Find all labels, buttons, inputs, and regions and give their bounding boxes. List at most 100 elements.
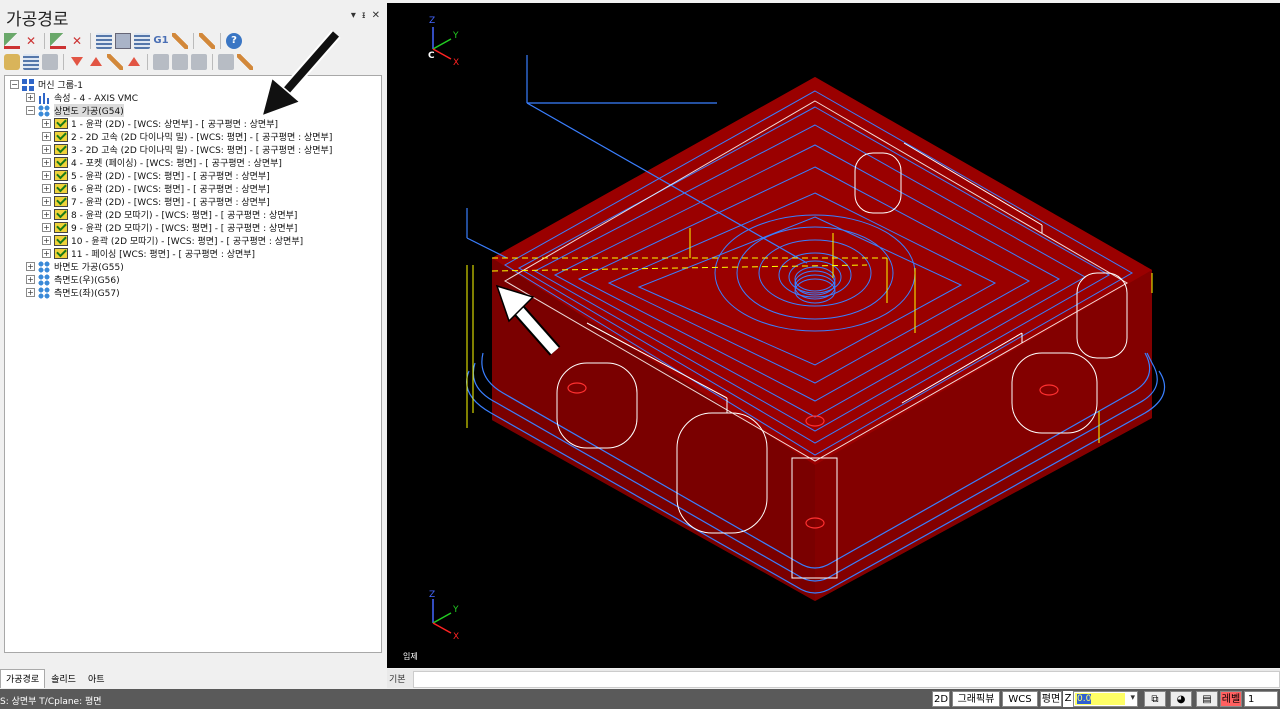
tree-operation[interactable]: +9 - 윤곽 (2D 모따기) - [WCS: 평면] - [ 공구평면 : … [42,221,297,234]
tree-operation[interactable]: +4 - 포켓 (페이싱) - [WCS: 평면] - [ 공구평면 : 상면부… [42,156,282,169]
lock-icon[interactable] [4,53,20,70]
tree-group-bottom[interactable]: + 바면도 가공(G55) [26,260,124,273]
toggle-post-icon[interactable] [42,53,58,70]
close-icon[interactable]: ✕ [372,10,380,21]
copy-icon[interactable] [172,53,188,70]
wcs-button[interactable]: WCS [1002,691,1038,707]
tree-group-left[interactable]: + 측면도(좌)(G57) [26,286,120,299]
settings-icon[interactable] [237,53,253,70]
viewport-label: 임제 [403,652,418,661]
tree-operation[interactable]: +7 - 윤곽 (2D) - [WCS: 평면] - [ 공구평면 : 상면부] [42,195,270,208]
expand-icon[interactable]: + [42,197,51,206]
tab-solids[interactable]: 솔리드 [45,669,82,688]
tree-group-right[interactable]: + 측면도(우)(G56) [26,273,120,286]
panel-tabs: 가공경로 솔리드 아트 [0,669,111,688]
graphics-viewport[interactable]: Z Y X C Z Y X 임제 [387,3,1280,668]
expand-icon[interactable]: + [26,93,35,102]
expand-icon[interactable]: + [42,249,51,258]
regenerate-dirty-icon[interactable] [115,33,131,49]
expand-icon[interactable]: + [42,171,51,180]
toolpath-group-icon [38,260,50,273]
regenerate-all-icon[interactable] [96,33,112,49]
tree-operation[interactable]: +8 - 윤곽 (2D 모따기) - [WCS: 평면] - [ 공구평면 : … [42,208,297,221]
operation-check-icon [54,144,68,155]
expand-icon[interactable]: + [42,184,51,193]
expand-icon[interactable]: + [42,236,51,245]
tab-toolpaths[interactable]: 가공경로 [0,669,46,688]
tree-operation[interactable]: +5 - 윤곽 (2D) - [WCS: 평면] - [ 공구평면 : 상면부] [42,169,270,182]
tree-label: 속성 - 4 - AXIS VMC [54,94,138,104]
level-label[interactable]: 레벨 [1220,691,1242,707]
z-depth-input[interactable]: 0.0 ▾ [1073,691,1138,707]
toolpath-tree[interactable]: − 머신 그룹-1 + 속성 - 4 - AXIS VMC − 상면도 가공(G… [4,75,382,653]
expand-icon[interactable]: + [42,119,51,128]
tree-properties[interactable]: + 속성 - 4 - AXIS VMC [26,91,138,104]
plane-button[interactable]: 평면 [1040,691,1062,707]
z-depth-value: 0.0 [1075,693,1125,705]
viewsheet-tab-area [413,671,1280,688]
tree-operation[interactable]: +10 - 윤곽 (2D 모따기) - [WCS: 평면] - [ 공구평면 :… [42,234,303,247]
select-dirty-icon[interactable] [50,33,66,49]
expand-icon[interactable]: + [42,158,51,167]
tree-label: 11 - 페이싱 [WCS: 평면] - [ 공구평면 : 상면부] [71,250,256,260]
viewport-toggle-icon[interactable]: ⧉ [1144,691,1166,707]
tab-art[interactable]: 아트 [82,669,111,688]
toggle-display-icon[interactable] [23,53,39,70]
axis-z-label: Z [429,590,435,600]
backplot-icon[interactable] [134,33,150,49]
tree-operation[interactable]: +3 - 2D 고속 (2D 다이나믹 밀) - [WCS: 평면] - [ 공… [42,143,332,156]
tree-label: 4 - 포켓 (페이싱) - [WCS: 평면] - [ 공구평면 : 상면부] [71,159,282,169]
chevron-down-icon[interactable]: ▾ [1130,693,1135,703]
tree-operation[interactable]: +1 - 윤곽 (2D) - [WCS: 상면부] - [ 공구평면 : 상면부… [42,117,278,130]
axis-c-label: C [428,51,435,61]
toolpath-editor-icon[interactable] [199,33,215,49]
graphic-view-button[interactable]: 그래픽뷰 [952,691,1000,707]
show-selected-icon[interactable] [153,53,169,70]
post-selected-icon[interactable] [172,33,188,49]
tree-group-top[interactable]: − 상면도 가공(G54) [26,104,124,117]
operation-check-icon [54,222,68,233]
tree-machine-group[interactable]: − 머신 그룹-1 [10,78,83,91]
collapse-icon[interactable]: − [26,106,35,115]
deselect-all-icon[interactable]: ✕ [23,33,39,49]
tree-operation[interactable]: +2 - 2D 고속 (2D 다이나믹 밀) - [WCS: 평면] - [ 공… [42,130,332,143]
tree-label: 측면도(좌)(G57) [54,289,120,299]
expand-icon[interactable]: + [26,288,35,297]
move-up-icon[interactable] [90,57,102,66]
level-input[interactable]: 1 [1244,691,1278,707]
toolbar-divider [193,33,194,49]
pin-icon[interactable]: ᵻ [362,10,366,21]
help-icon[interactable]: ? [226,33,242,49]
insert-position-icon[interactable] [128,57,140,66]
attributes-icon[interactable]: ▤ [1196,691,1218,707]
post-g1-icon[interactable]: G1 [153,33,169,49]
mode-2d-button[interactable]: 2D [932,691,950,707]
viewsheet-tab[interactable]: 기본 [389,672,406,685]
toolpath-group-icon [38,273,50,286]
expand-icon[interactable]: + [42,223,51,232]
filter-icon[interactable] [218,53,234,70]
tree-label: 6 - 윤곽 (2D) - [WCS: 평면] - [ 공구평면 : 상면부] [71,185,270,195]
clear-dirty-icon[interactable]: ✕ [69,33,85,49]
tree-operation[interactable]: +6 - 윤곽 (2D) - [WCS: 평면] - [ 공구평면 : 상면부] [42,182,270,195]
axis-x-label: X [453,632,459,642]
expand-icon[interactable]: + [26,262,35,271]
move-down-icon[interactable] [71,57,83,66]
paste-icon[interactable] [191,53,207,70]
insert-arrow-icon[interactable] [107,53,123,70]
panel-menu-icon[interactable]: ▾ [351,10,356,21]
part-render: Z Y X C Z Y X [428,16,1166,642]
expand-icon[interactable]: + [42,145,51,154]
tree-operation[interactable]: +11 - 페이싱 [WCS: 평면] - [ 공구평면 : 상면부] [42,247,255,260]
operation-check-icon [54,196,68,207]
z-label: Z [1063,691,1073,707]
collapse-icon[interactable]: − [10,80,19,89]
operation-check-icon [54,209,68,220]
expand-icon[interactable]: + [26,275,35,284]
expand-icon[interactable]: + [42,210,51,219]
axis-triad-top: Z Y X C [428,16,459,68]
toolpath-group-icon [38,286,50,299]
select-all-icon[interactable] [4,33,20,49]
expand-icon[interactable]: + [42,132,51,141]
shading-icon[interactable]: ◕ [1170,691,1192,707]
